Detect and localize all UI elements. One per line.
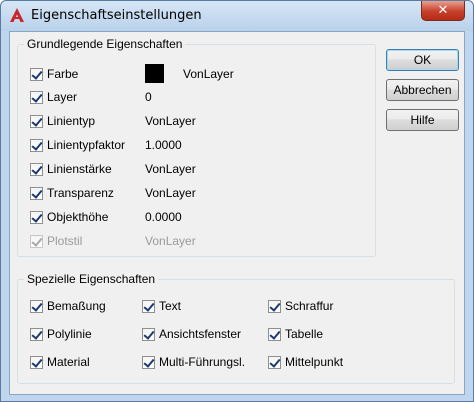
linienstaerke-label: Linienstärke [47, 162, 112, 176]
tabelle-label: Tabelle [285, 327, 324, 341]
linientyp-label: Linientyp [47, 114, 96, 128]
cancel-button[interactable]: Abbrechen [386, 79, 459, 101]
option-transparenz[interactable]: Transparenz [30, 185, 114, 201]
bemassung-label: Bemaßung [47, 299, 106, 313]
schraffur-label: Schraffur [285, 299, 334, 313]
option-linientypfaktor[interactable]: Linientypfaktor [30, 137, 125, 153]
material-checkbox[interactable] [30, 355, 43, 369]
option-objekthoehe[interactable]: Objekthöhe [30, 209, 108, 225]
transparenz-value: VonLayer [145, 186, 196, 200]
help-button[interactable]: Hilfe [386, 109, 459, 131]
ansichtsfenster-checkbox[interactable] [142, 327, 155, 341]
option-polylinie[interactable]: Polylinie [30, 326, 92, 342]
option-linienstaerke[interactable]: Linienstärke [30, 161, 112, 177]
material-label: Material [47, 355, 90, 369]
basic-properties-group-label: Grundlegende Eigenschaften [24, 37, 186, 51]
layer-label: Layer [47, 90, 78, 104]
autocad-logo-icon [10, 8, 24, 22]
option-layer[interactable]: Layer [30, 89, 77, 105]
close-button[interactable]: ✕ [421, 1, 465, 21]
dialog-client-area: Grundlegende Eigenschaften Farbe VonLaye… [9, 31, 465, 395]
ansichtsfenster-label: Ansichtsfenster [159, 327, 242, 341]
dialog-window: Eigenschaftseinstellungen ✕ Grundlegende… [0, 0, 474, 402]
multi-fuehrungslinie-label: Multi-Führungsl. [159, 355, 246, 369]
objekthoehe-checkbox[interactable] [30, 210, 43, 224]
linientypfaktor-value: 1.0000 [145, 138, 182, 152]
linientypfaktor-label: Linientypfaktor [47, 138, 126, 152]
option-farbe[interactable]: Farbe [30, 66, 78, 82]
farbe-value: VonLayer [183, 67, 234, 81]
linienstaerke-checkbox[interactable] [30, 162, 43, 176]
layer-checkbox[interactable] [30, 90, 43, 104]
window-title: Eigenschaftseinstellungen [31, 8, 202, 23]
farbe-label: Farbe [47, 67, 79, 81]
layer-value: 0 [145, 90, 152, 104]
special-properties-group-label: Spezielle Eigenschaften [24, 272, 159, 286]
close-icon: ✕ [437, 3, 449, 18]
option-mittelpunkt[interactable]: Mittelpunkt [268, 354, 343, 370]
linienstaerke-value: VonLayer [145, 162, 196, 176]
plotstil-label: Plotstil [47, 234, 83, 248]
color-swatch [145, 64, 164, 83]
special-properties-group: Spezielle Eigenschaften Bemaßung Text Sc… [17, 272, 455, 384]
option-plotstil: Plotstil [30, 233, 82, 249]
basic-properties-group: Grundlegende Eigenschaften Farbe VonLaye… [17, 37, 376, 257]
farbe-checkbox[interactable] [30, 67, 43, 81]
mittelpunkt-checkbox[interactable] [268, 355, 281, 369]
polylinie-label: Polylinie [47, 327, 92, 341]
text-label: Text [159, 299, 182, 313]
plotstil-value: VonLayer [145, 234, 196, 248]
tabelle-checkbox[interactable] [268, 327, 281, 341]
option-tabelle[interactable]: Tabelle [268, 326, 323, 342]
option-bemassung[interactable]: Bemaßung [30, 298, 106, 314]
transparenz-label: Transparenz [47, 186, 114, 200]
option-schraffur[interactable]: Schraffur [268, 298, 333, 314]
title-bar[interactable]: Eigenschaftseinstellungen ✕ [1, 1, 473, 31]
plotstil-checkbox [30, 234, 43, 248]
bemassung-checkbox[interactable] [30, 299, 43, 313]
option-text[interactable]: Text [142, 298, 181, 314]
linientyp-checkbox[interactable] [30, 114, 43, 128]
option-material[interactable]: Material [30, 354, 90, 370]
option-ansichtsfenster[interactable]: Ansichtsfenster [142, 326, 241, 342]
transparenz-checkbox[interactable] [30, 186, 43, 200]
option-linientyp[interactable]: Linientyp [30, 113, 95, 129]
text-checkbox[interactable] [142, 299, 155, 313]
linientyp-value: VonLayer [145, 114, 196, 128]
objekthoehe-value: 0.0000 [145, 210, 182, 224]
objekthoehe-label: Objekthöhe [47, 210, 109, 224]
ok-button[interactable]: OK [386, 49, 459, 71]
mittelpunkt-label: Mittelpunkt [285, 355, 344, 369]
multi-fuehrungslinie-checkbox[interactable] [142, 355, 155, 369]
schraffur-checkbox[interactable] [268, 299, 281, 313]
polylinie-checkbox[interactable] [30, 327, 43, 341]
linientypfaktor-checkbox[interactable] [30, 138, 43, 152]
option-multi-fuehrungslinie[interactable]: Multi-Führungsl. [142, 354, 245, 370]
